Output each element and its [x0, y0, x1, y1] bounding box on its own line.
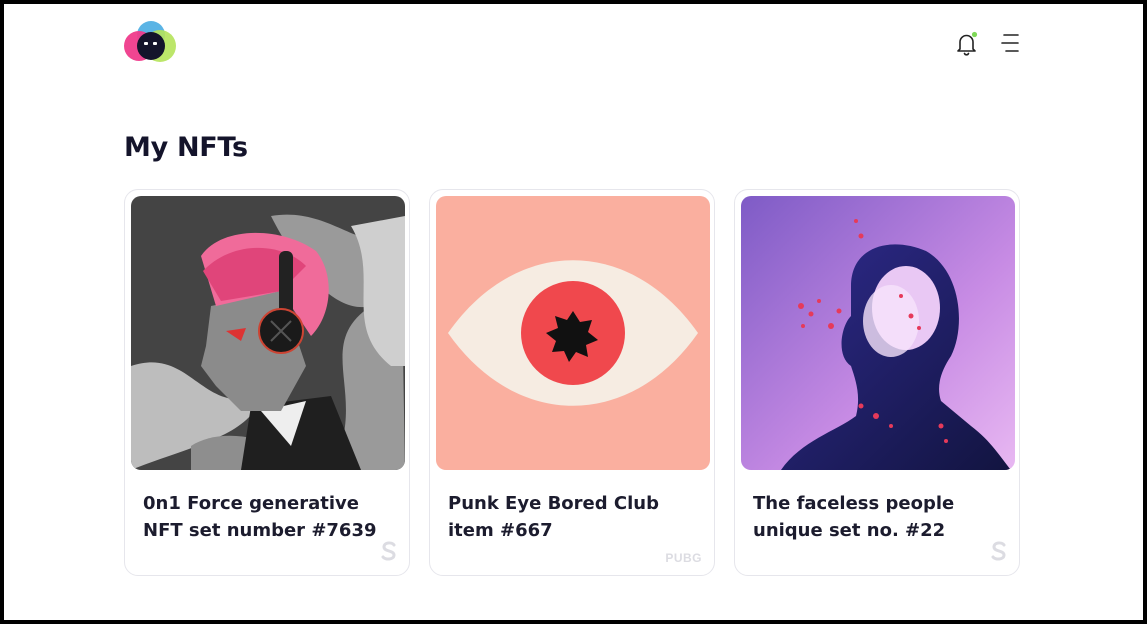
- nft-title: 0n1 Force generative NFT set number #763…: [143, 493, 377, 541]
- s-brand-icon: [991, 541, 1007, 565]
- page-title: My NFTs: [124, 132, 248, 163]
- nft-image: [741, 196, 1015, 470]
- nft-image: [131, 196, 405, 470]
- pubg-brand-icon: PUBG: [665, 551, 702, 565]
- bell-icon[interactable]: [955, 31, 979, 57]
- nft-image: [436, 196, 710, 470]
- app-logo-icon[interactable]: [123, 20, 181, 64]
- nft-card[interactable]: 0n1 Force generative NFT set number #763…: [124, 189, 410, 576]
- nft-card[interactable]: The faceless people unique set no. #22: [734, 189, 1020, 576]
- s-brand-icon: [381, 541, 397, 565]
- nft-title: The faceless people unique set no. #22: [753, 493, 955, 541]
- notification-dot: [971, 31, 978, 38]
- nft-card[interactable]: Punk Eye Bored Club item #667 PUBG: [429, 189, 715, 576]
- page-frame: My NFTs 0n1 Force generative NFT set num…: [4, 4, 1143, 620]
- nft-title: Punk Eye Bored Club item #667: [448, 493, 659, 541]
- hamburger-menu-icon[interactable]: [1000, 31, 1022, 55]
